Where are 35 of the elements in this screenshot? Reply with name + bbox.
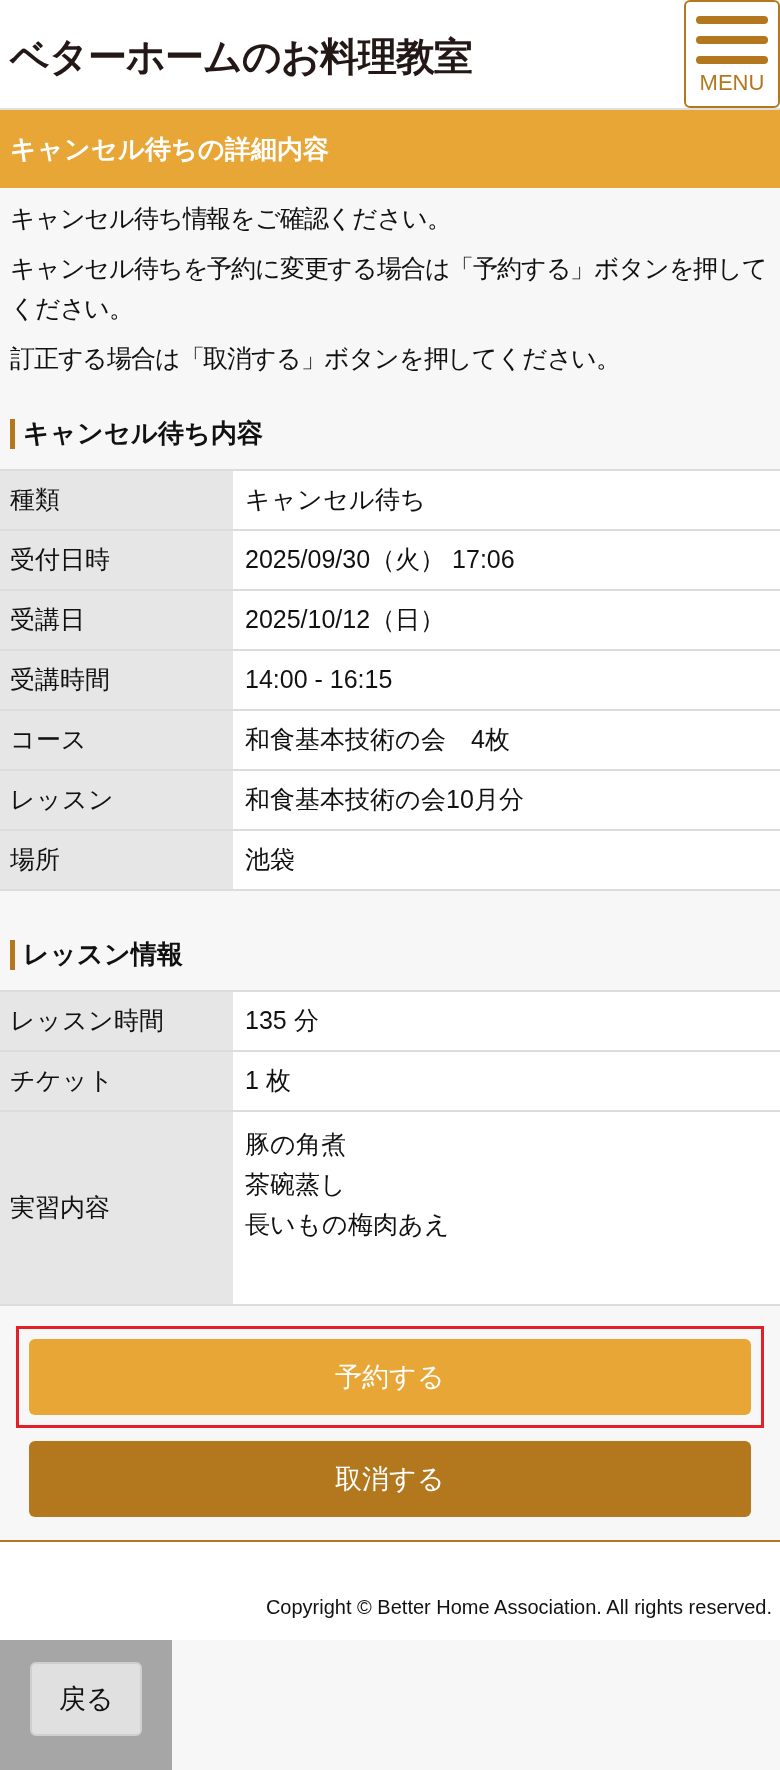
- section-heading: レッスン情報: [23, 938, 183, 971]
- menu-icon: [696, 16, 768, 64]
- label-cell: チケット: [0, 1052, 233, 1110]
- value-cell: 135 分: [233, 992, 780, 1050]
- value-cell: キャンセル待ち: [233, 471, 780, 529]
- instruction-text: キャンセル待ち情報をご確認ください。: [10, 203, 452, 234]
- page-title-bar: キャンセル待ちの詳細内容: [0, 110, 780, 188]
- value-cell: 2025/09/30（火） 17:06: [233, 531, 780, 589]
- section-marker: [10, 939, 15, 970]
- section-heading: キャンセル待ち内容: [23, 417, 263, 450]
- section-marker: [10, 418, 15, 449]
- cancel-button[interactable]: 取消する: [29, 1441, 751, 1517]
- label-cell: コース: [0, 711, 233, 769]
- copyright-text: Copyright © Better Home Association. All rights reserved.: [265, 1595, 772, 1620]
- value-cell: 豚の角煮 茶碗蒸し 長いもの梅肉あえ: [233, 1112, 780, 1304]
- label-cell: 受付日時: [0, 531, 233, 589]
- logo[interactable]: ベターホームのお料理教室: [10, 27, 472, 87]
- label-cell: レッスン時間: [0, 992, 233, 1050]
- instruction-text: 訂正する場合は「取消する」ボタンを押してください。: [10, 343, 621, 374]
- label-cell: 受講時間: [0, 651, 233, 709]
- value-cell: 1 枚: [233, 1052, 780, 1110]
- value-cell: 和食基本技術の会 4枚: [233, 711, 780, 769]
- value-cell: 14:00 - 16:15: [233, 651, 780, 709]
- label-cell: レッスン: [0, 771, 233, 829]
- value-cell: 2025/10/12（日）: [233, 591, 780, 649]
- label-cell: 実習内容: [0, 1112, 233, 1304]
- label-cell: 受講日: [0, 591, 233, 649]
- label-cell: 種類: [0, 471, 233, 529]
- back-button[interactable]: 戻る: [30, 1662, 142, 1736]
- value-cell: 池袋: [233, 831, 780, 889]
- value-cell: 和食基本技術の会10月分: [233, 771, 780, 829]
- reserve-button[interactable]: 予約する: [29, 1339, 751, 1415]
- label-cell: 場所: [0, 831, 233, 889]
- instruction-text: キャンセル待ちを予約に変更する場合は「予約する」ボタンを押してください。: [10, 253, 768, 324]
- menu-button[interactable]: MENU: [684, 0, 780, 108]
